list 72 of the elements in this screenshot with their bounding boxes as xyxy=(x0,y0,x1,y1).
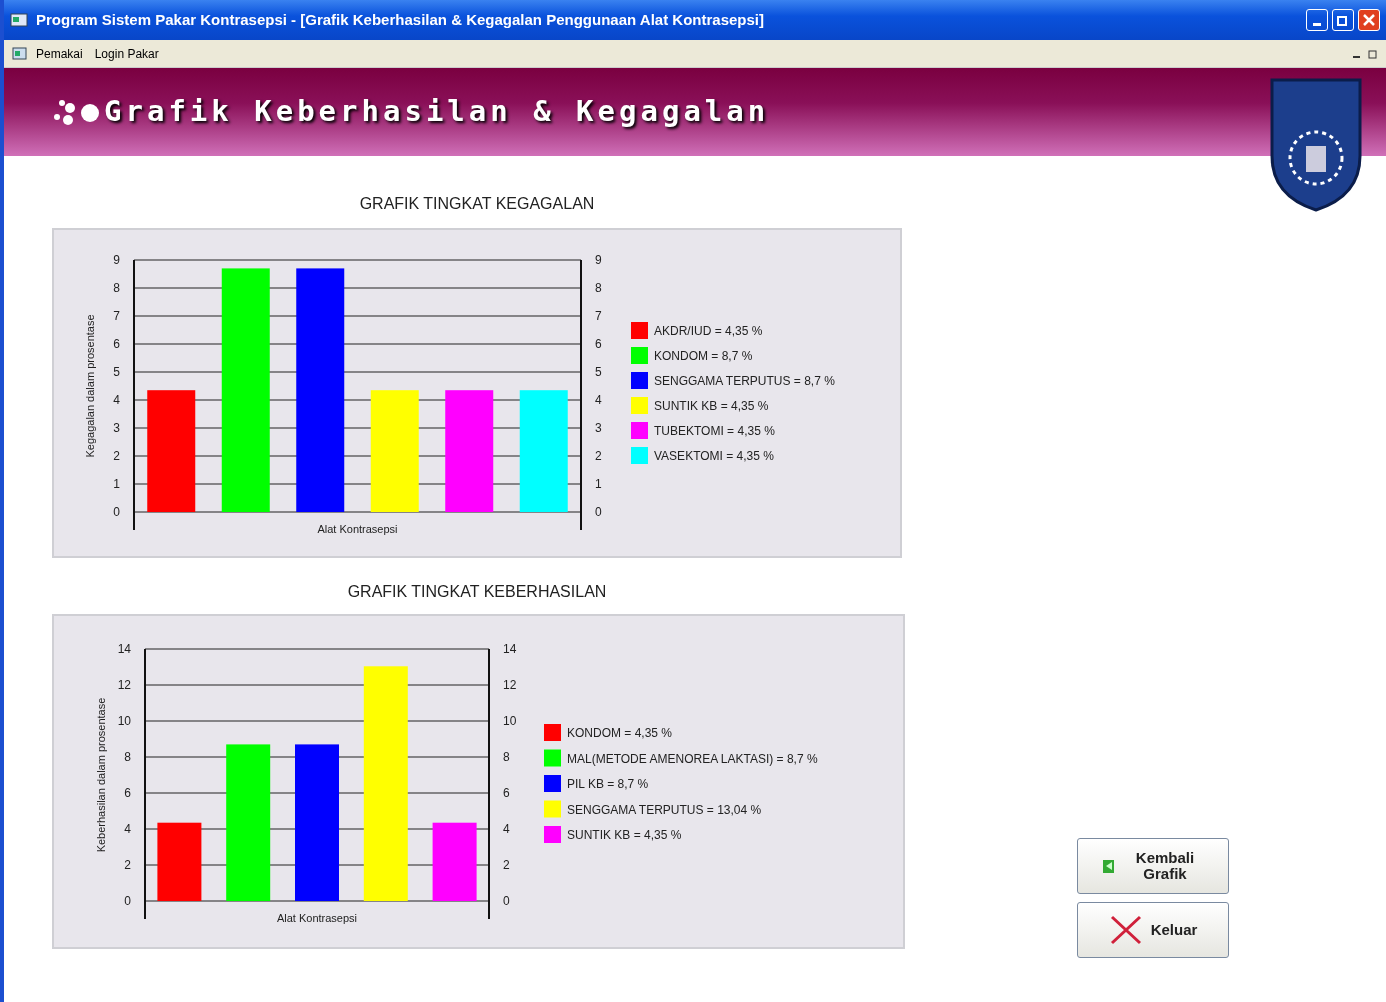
axis-label: Alat Kontrasepsi xyxy=(317,523,398,535)
tick-label: 6 xyxy=(113,337,120,351)
tick-label: 1 xyxy=(595,477,602,491)
shield-logo-icon xyxy=(1270,76,1362,212)
legend-label: KONDOM = 4,35 % xyxy=(567,726,673,740)
menu-item[interactable]: Pemakai xyxy=(30,44,89,63)
app-icon xyxy=(12,45,30,62)
tick-label: 8 xyxy=(124,750,131,764)
maximize-button[interactable] xyxy=(1332,9,1354,31)
tick-label: 0 xyxy=(124,894,131,908)
tick-label: 3 xyxy=(595,421,602,435)
tick-label: 5 xyxy=(595,365,602,379)
legend-label: PIL KB = 8,7 % xyxy=(567,777,649,791)
tick-label: 14 xyxy=(503,642,517,656)
tick-label: 2 xyxy=(113,449,120,463)
tick-label: 4 xyxy=(124,822,131,836)
chart-title: GRAFIK TINGKAT KEGAGALAN xyxy=(358,194,596,214)
minimize-icon xyxy=(1313,22,1321,26)
tick-label: 4 xyxy=(595,393,602,407)
close-icon xyxy=(1108,914,1143,946)
chart-title: GRAFIK TINGKAT KEBERHASILAN xyxy=(346,582,608,602)
legend-label: SUNTIK KB = 4,35 % xyxy=(654,399,769,413)
legend-label: KONDOM = 8,7 % xyxy=(654,349,753,363)
legend-label: VASEKTOMI = 4,35 % xyxy=(654,449,774,463)
minimize-button[interactable] xyxy=(1306,9,1328,31)
legend-label: SENGGAMA TERPUTUS = 13,04 % xyxy=(567,802,762,817)
tick-label: 0 xyxy=(595,505,602,519)
back-button[interactable]: Kembali Grafik xyxy=(1077,838,1229,894)
close-icon xyxy=(1363,14,1375,26)
tick-label: 2 xyxy=(124,858,131,872)
tick-label: 5 xyxy=(113,365,120,379)
tick-label: 12 xyxy=(503,678,517,692)
tick-label: 9 xyxy=(595,253,602,267)
banner-title: Grafik Keberhasilan & Kegagalan xyxy=(104,93,770,131)
tick-label: 4 xyxy=(503,822,510,836)
tick-label: 4 xyxy=(113,393,120,407)
restore-icon[interactable] xyxy=(1368,48,1378,59)
exit-button[interactable]: Keluar xyxy=(1077,902,1229,958)
tick-label: 9 xyxy=(113,253,120,267)
tick-label: 14 xyxy=(117,642,131,656)
tick-label: 2 xyxy=(595,449,602,463)
axis-label: Kegagalan dalam prosentase xyxy=(84,314,96,458)
tick-label: 2 xyxy=(503,858,510,872)
restore-icon xyxy=(1337,14,1349,26)
tick-label: 12 xyxy=(117,678,131,692)
back-icon xyxy=(1101,857,1117,875)
legend-label: TUBEKTOMI = 4,35 % xyxy=(654,424,775,438)
tick-label: 0 xyxy=(503,894,510,908)
axis-label: Keberhasilan dalam prosentase xyxy=(95,697,107,853)
menu-item[interactable]: Login Pakar xyxy=(88,44,165,63)
legend-label: MAL(METODE AMENOREA LAKTASI) = 8,7 % xyxy=(567,751,818,766)
window-title: Program Sistem Pakar Kontrasepsi - [Grafik Keberhasilan & Kegagalan Penggunaan Alat Kontrasepsi] xyxy=(36,9,764,30)
close-button[interactable] xyxy=(1358,9,1380,31)
tick-label: 0 xyxy=(113,505,120,519)
tick-label: 8 xyxy=(503,750,510,764)
legend-label: SENGGAMA TERPUTUS = 8,7 % xyxy=(654,374,835,388)
tick-label: 6 xyxy=(124,786,131,800)
tick-label: 3 xyxy=(113,421,120,435)
tick-label: 8 xyxy=(113,281,120,295)
tick-label: 7 xyxy=(113,309,120,323)
tick-label: 8 xyxy=(595,281,602,295)
tick-label: 7 xyxy=(595,309,602,323)
legend-label: SUNTIK KB = 4,35 % xyxy=(567,828,682,842)
tick-label: 10 xyxy=(117,714,131,728)
axis-label: Alat Kontrasepsi xyxy=(276,912,358,924)
legend-label: AKDR/IUD = 4,35 % xyxy=(654,324,763,338)
minimize-icon[interactable] xyxy=(1353,55,1360,58)
tick-label: 6 xyxy=(595,337,602,351)
app-icon xyxy=(10,12,28,28)
tick-label: 6 xyxy=(503,786,510,800)
tick-label: 1 xyxy=(113,477,120,491)
tick-label: 10 xyxy=(503,714,517,728)
